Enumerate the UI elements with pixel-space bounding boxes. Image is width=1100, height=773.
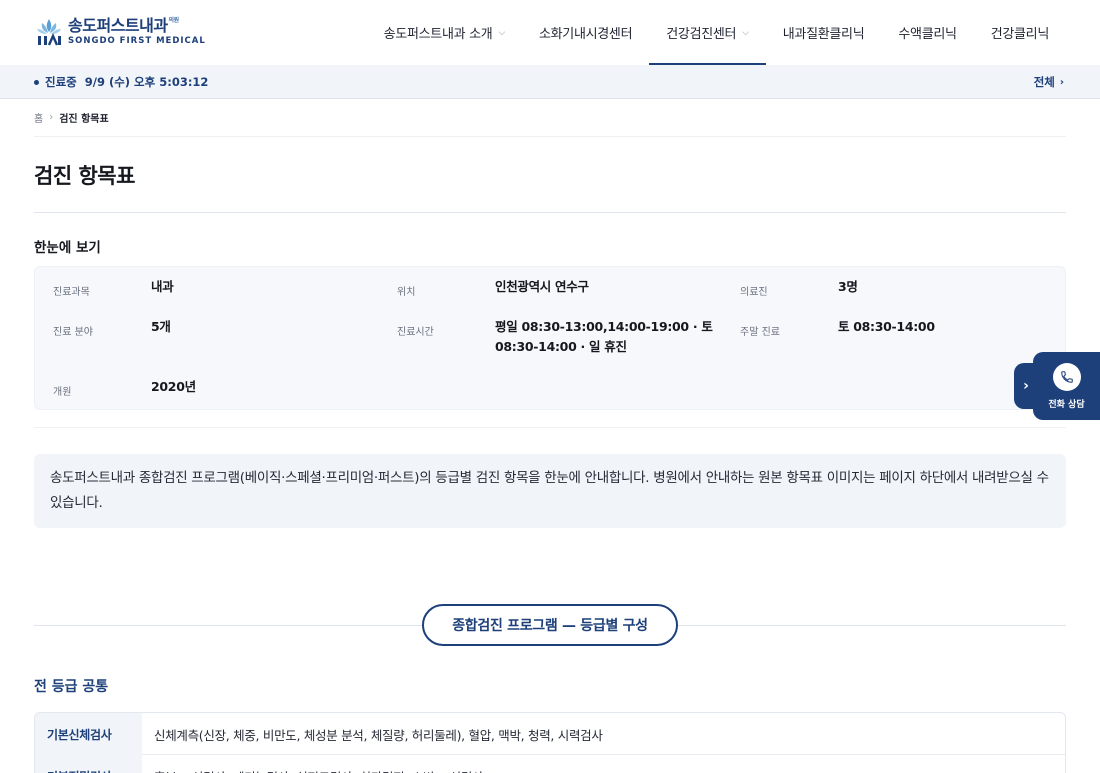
nav-item-internal[interactable]: 내과질환클리닉 <box>766 0 882 65</box>
info-value-dept: 내과 <box>151 279 174 294</box>
info-value-weekend: 토 08:30-14:00 <box>838 319 935 334</box>
info-value-staff: 3명 <box>838 279 858 294</box>
call-consult-label: 전화 상담 <box>1048 399 1085 410</box>
status-datetime: 9/9 (수) 오후 5:03:12 <box>84 75 209 89</box>
nav-item-about[interactable]: 송도퍼스트내과 소개 ⌵ <box>367 0 522 65</box>
breadcrumb: 홈 › 검진 항목표 <box>34 110 109 125</box>
nav-item-iv[interactable]: 수액클리닉 <box>881 0 973 65</box>
intro-text: 송도퍼스트내과 종합검진 프로그램(베이직·스페셜·프리미엄·퍼스트)의 등급별… <box>34 454 1066 528</box>
info-value-hours-2: 08:30-14:00 · 일 휴진 <box>495 339 627 354</box>
main-nav: 송도퍼스트내과 소개 ⌵ 소화기내시경센터 건강검진센터 ⌵ 내과질환클리닉 수액클… <box>367 0 1066 65</box>
info-label-dept: 진료과목 <box>53 287 90 298</box>
status-all-link[interactable]: 전체 › <box>1034 65 1064 99</box>
logo-icon <box>34 17 64 47</box>
chevron-right-icon: › <box>49 112 54 123</box>
site-header: 송도퍼스트내과의원 SONGDO FIRST MEDICAL 송도퍼스트내과 소… <box>0 0 1100 65</box>
status-state: 진료중 <box>45 75 77 89</box>
clinic-info-card: 진료과목 내과 위치 인천광역시 연수구 의료진 3명 진료 분야 5개 진료시… <box>34 266 1066 410</box>
table-row: 기본정밀검사 흉부 X-선검사, 폐기능검사, 심전도검사, 치과검진, 소변 … <box>35 755 1065 773</box>
divider <box>34 136 1066 137</box>
breadcrumb-current: 검진 항목표 <box>59 114 109 125</box>
table-row: 기본신체검사 신체계측(신장, 체중, 비만도, 체성분 분석, 체질량, 허리… <box>35 713 1065 755</box>
nav-label: 소화기내시경센터 <box>538 27 633 42</box>
chevron-down-icon: ⌵ <box>498 27 505 38</box>
nav-item-endoscopy[interactable]: 소화기내시경센터 <box>522 0 649 65</box>
phone-icon <box>1052 362 1081 391</box>
program-section-pill: 종합검진 프로그램 — 등급별 구성 <box>422 604 678 646</box>
info-label-weekend: 주말 진료 <box>740 327 780 338</box>
site-logo[interactable]: 송도퍼스트내과의원 SONGDO FIRST MEDICAL <box>34 17 206 47</box>
nav-label: 내과질환클리닉 <box>782 27 865 42</box>
info-label-staff: 의료진 <box>740 287 768 298</box>
info-label-opened: 개원 <box>53 387 72 398</box>
logo-name-en: SONGDO FIRST MEDICAL <box>68 36 206 47</box>
chevron-right-icon: › <box>1023 378 1029 394</box>
status-dot-icon <box>34 79 39 85</box>
nav-item-checkup[interactable]: 건강검진센터 ⌵ <box>649 0 766 65</box>
nav-label: 수액클리닉 <box>898 27 957 42</box>
chevron-down-icon: ⌵ <box>742 27 749 38</box>
nav-label: 건강검진센터 <box>666 27 737 42</box>
checkup-items-table: 기본신체검사 신체계측(신장, 체중, 비만도, 체성분 분석, 체질량, 허리… <box>34 712 1066 773</box>
nav-item-health[interactable]: 건강클리닉 <box>974 0 1066 65</box>
info-value-opened: 2020년 <box>151 379 196 394</box>
breadcrumb-home[interactable]: 홈 <box>34 110 43 125</box>
info-label-hours: 진료시간 <box>397 327 434 338</box>
row-header: 기본신체검사 <box>35 713 142 755</box>
info-label-field: 진료 분야 <box>53 327 93 338</box>
chevron-right-icon: › <box>1059 76 1064 88</box>
overview-heading: 한눈에 보기 <box>34 240 101 256</box>
call-consult-button[interactable]: 전화 상담 <box>1033 352 1100 420</box>
status-all-label: 전체 <box>1033 75 1055 89</box>
row-value: 신체계측(신장, 체중, 비만도, 체성분 분석, 체질량, 허리둘레), 혈압… <box>154 727 603 743</box>
row-header: 기본정밀검사 <box>35 755 142 773</box>
info-value-field: 5개 <box>151 319 171 334</box>
divider <box>34 427 1066 428</box>
common-heading: 전 등급 공통 <box>34 679 109 695</box>
info-value-hours-1: 평일 08:30-13:00,14:00-19:00 · 토 <box>495 319 713 334</box>
logo-sup: 의원 <box>168 17 180 25</box>
info-label-location: 위치 <box>397 287 416 298</box>
logo-name-ko: 송도퍼스트내과 <box>68 16 168 36</box>
nav-label: 건강클리닉 <box>990 27 1050 42</box>
nav-label: 송도퍼스트내과 소개 <box>383 27 493 42</box>
status-bar: 진료중 9/9 (수) 오후 5:03:12 전체 › <box>0 65 1100 99</box>
open-status: 진료중 9/9 (수) 오후 5:03:12 <box>34 65 208 99</box>
info-value-location: 인천광역시 연수구 <box>495 279 589 294</box>
divider <box>34 212 1066 213</box>
page-title: 검진 항목표 <box>34 164 135 188</box>
row-value: 흉부 X-선검사, 폐기능검사, 심전도검사, 치과검진, 소변 X-선검사 <box>142 755 484 773</box>
